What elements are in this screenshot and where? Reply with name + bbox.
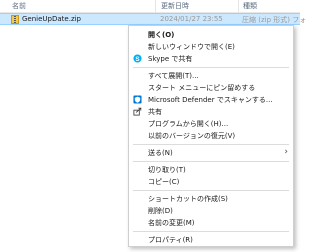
defender-shield-icon bbox=[133, 95, 142, 104]
context-menu: 開く(O) 新しいウィンドウで開く(E) S Skype で共有 すべて展開(T… bbox=[128, 25, 294, 247]
zip-folder-icon bbox=[11, 15, 19, 24]
chevron-right-icon: › bbox=[284, 147, 288, 157]
share-icon bbox=[133, 107, 142, 116]
file-row-selected[interactable]: GenieUpDate.zip 2024/01/27 23:55 圧縮 (zip… bbox=[0, 13, 306, 25]
column-header-type[interactable]: 種類 bbox=[243, 1, 257, 11]
menu-item-cut[interactable]: 切り取り(T) bbox=[129, 164, 293, 176]
menu-item-open-with[interactable]: プログラムから開く(H)... bbox=[129, 118, 293, 130]
menu-separator bbox=[133, 190, 289, 191]
menu-separator bbox=[133, 144, 289, 145]
column-header-name[interactable]: 名前 bbox=[12, 1, 26, 11]
menu-item-create-shortcut[interactable]: ショートカットの作成(S) bbox=[129, 193, 293, 205]
column-header-modified[interactable]: 更新日時 bbox=[161, 1, 189, 11]
menu-item-open-new-window[interactable]: 新しいウィンドウで開く(E) bbox=[129, 41, 293, 53]
file-name[interactable]: GenieUpDate.zip bbox=[22, 15, 81, 23]
menu-item-skype-share[interactable]: S Skype で共有 bbox=[129, 53, 293, 65]
column-divider[interactable] bbox=[155, 0, 156, 12]
menu-item-restore-previous[interactable]: 以前のバージョンの復元(V) bbox=[129, 130, 293, 142]
menu-separator bbox=[133, 231, 289, 232]
menu-separator bbox=[133, 161, 289, 162]
svg-text:S: S bbox=[135, 56, 139, 63]
menu-item-defender-scan[interactable]: Microsoft Defender でスキャンする... bbox=[129, 94, 293, 106]
menu-item-rename[interactable]: 名前の変更(M) bbox=[129, 217, 293, 229]
column-divider[interactable] bbox=[238, 0, 239, 12]
column-header-bar: 名前 更新日時 種類 bbox=[0, 0, 300, 13]
menu-item-delete[interactable]: 削除(D) bbox=[129, 205, 293, 217]
menu-item-open[interactable]: 開く(O) bbox=[129, 29, 293, 41]
menu-item-copy[interactable]: コピー(C) bbox=[129, 176, 293, 188]
file-modified-date: 2024/01/27 23:55 bbox=[160, 15, 223, 23]
menu-item-properties[interactable]: プロパティ(R) bbox=[129, 234, 293, 246]
menu-item-pin-start[interactable]: スタート メニューにピン留めする bbox=[129, 82, 293, 94]
menu-item-share[interactable]: 共有 bbox=[129, 106, 293, 118]
file-type: 圧縮 (zip 形式) フォ bbox=[242, 16, 307, 24]
menu-item-send-to[interactable]: 送る(N) › bbox=[129, 147, 293, 159]
menu-separator bbox=[133, 67, 289, 68]
skype-icon: S bbox=[133, 54, 142, 63]
menu-item-extract-all[interactable]: すべて展開(T)... bbox=[129, 70, 293, 82]
